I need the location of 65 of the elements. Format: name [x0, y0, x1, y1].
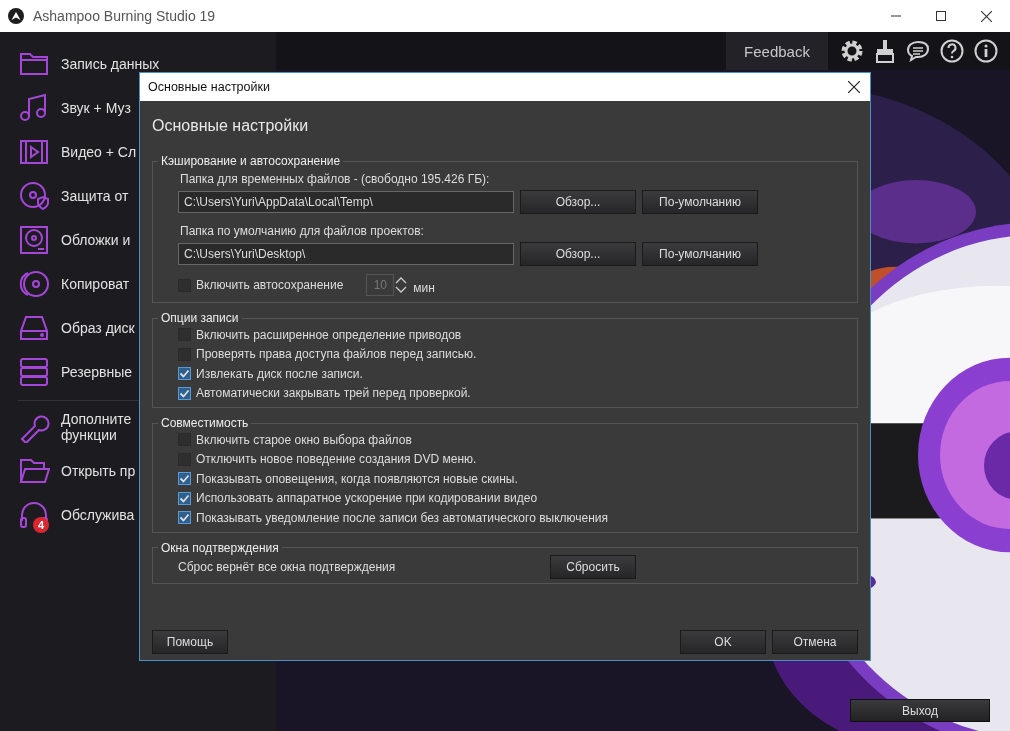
- disc-case-icon: [18, 224, 50, 256]
- sidebar-item[interactable]: Копироват: [61, 276, 130, 292]
- group-title: Кэширование и автосохранение: [160, 154, 342, 168]
- cancel-button[interactable]: Отмена: [772, 630, 858, 654]
- checkbox-label: Показывать оповещения, когда появляются новые скины.: [196, 471, 518, 486]
- up-down-arrows-icon[interactable]: [394, 275, 409, 295]
- reset-button[interactable]: Сбросить: [550, 554, 636, 579]
- notification-badge: 4: [33, 517, 49, 533]
- checkbox-label: Включить расширенное определение приводов: [196, 327, 462, 342]
- field-label: Папка по умолчанию для файлов проектов:: [180, 224, 425, 238]
- sidebar-item[interactable]: Открыть пр: [61, 463, 136, 479]
- sidebar-item[interactable]: Резервные: [61, 364, 133, 380]
- close-icon[interactable]: [848, 81, 860, 93]
- path-field[interactable]: C:\Users\Yuri\AppData\Local\Temp\: [178, 191, 514, 213]
- field-label: Папка для временных файлов - (свободно 195.426 ГБ):: [180, 172, 491, 186]
- sidebar-item[interactable]: Дополните функции: [61, 411, 132, 443]
- info-icon[interactable]: [974, 39, 998, 63]
- checkbox-label: Включить старое окно выбора файлов: [196, 432, 412, 447]
- checkbox-label: Проверять права доступа файлов перед записью.: [196, 347, 477, 362]
- settings-icon[interactable]: [840, 39, 864, 63]
- group-title: Опции записи: [160, 311, 240, 325]
- browse-button[interactable]: Обзор...: [520, 242, 636, 266]
- help-icon[interactable]: [940, 39, 964, 63]
- dialog-title: Основные настройки: [148, 80, 270, 94]
- browse-button[interactable]: Обзор...: [520, 190, 636, 214]
- checkbox-label: Использовать аппаратное ускорение при кодировании видео: [196, 491, 538, 506]
- path-field[interactable]: C:\Users\Yuri\Desktop\: [178, 243, 514, 265]
- checkbox[interactable]: [178, 491, 191, 505]
- checkbox-label: Отключить новое поведение создания DVD меню.: [196, 452, 477, 467]
- checkbox[interactable]: [178, 511, 191, 525]
- checkbox-label: Извлекать диск после записи.: [196, 366, 363, 381]
- disc-shield-icon: [18, 180, 50, 212]
- sidebar-item[interactable]: Обложки и: [61, 232, 131, 248]
- default-button[interactable]: По-умолчанию: [642, 242, 758, 266]
- sidebar-item[interactable]: Запись данных: [61, 55, 160, 72]
- close-icon[interactable]: [981, 10, 992, 22]
- checkbox[interactable]: [178, 386, 191, 400]
- unit-label: мин: [413, 281, 435, 295]
- sidebar-item[interactable]: Видео + Сл: [61, 144, 137, 160]
- speech-bubble-icon[interactable]: [906, 40, 930, 62]
- reset-description: Сброс вернёт все окна подтверждения: [178, 559, 397, 574]
- headset-icon: [18, 499, 50, 531]
- brush-icon[interactable]: [874, 39, 896, 63]
- help-button[interactable]: Помощь: [152, 630, 228, 654]
- sidebar-item[interactable]: Звук + Муз: [61, 100, 131, 116]
- group-title: Совместимость: [160, 416, 250, 430]
- feedback-button[interactable]: Feedback: [726, 32, 828, 70]
- checkbox-label: Показывать уведомление после записи без автоматического выключения: [196, 510, 609, 525]
- app-logo-icon: [8, 8, 24, 24]
- maximize-icon[interactable]: [936, 11, 946, 21]
- checkbox[interactable]: [178, 367, 191, 381]
- discs-icon: [18, 268, 50, 300]
- server-icon: [18, 356, 50, 388]
- checkbox-label: Включить автосохранение: [196, 278, 344, 292]
- exit-button[interactable]: Выход: [850, 699, 990, 722]
- checkbox[interactable]: [178, 472, 191, 486]
- ok-button[interactable]: OK: [680, 630, 766, 654]
- dialog-heading: Основные настройки: [152, 117, 310, 135]
- sidebar-item[interactable]: Образ диск: [61, 320, 135, 336]
- checkbox-label: Автоматически закрывать трей перед проверкой.: [196, 386, 471, 401]
- default-button[interactable]: По-умолчанию: [642, 190, 758, 214]
- window-title: Ashampoo Burning Studio 19: [33, 8, 216, 24]
- sidebar-item[interactable]: Защита от: [61, 188, 129, 204]
- sidebar-item[interactable]: Обслужива: [61, 507, 135, 523]
- group-title: Окна подтверждения: [160, 540, 280, 555]
